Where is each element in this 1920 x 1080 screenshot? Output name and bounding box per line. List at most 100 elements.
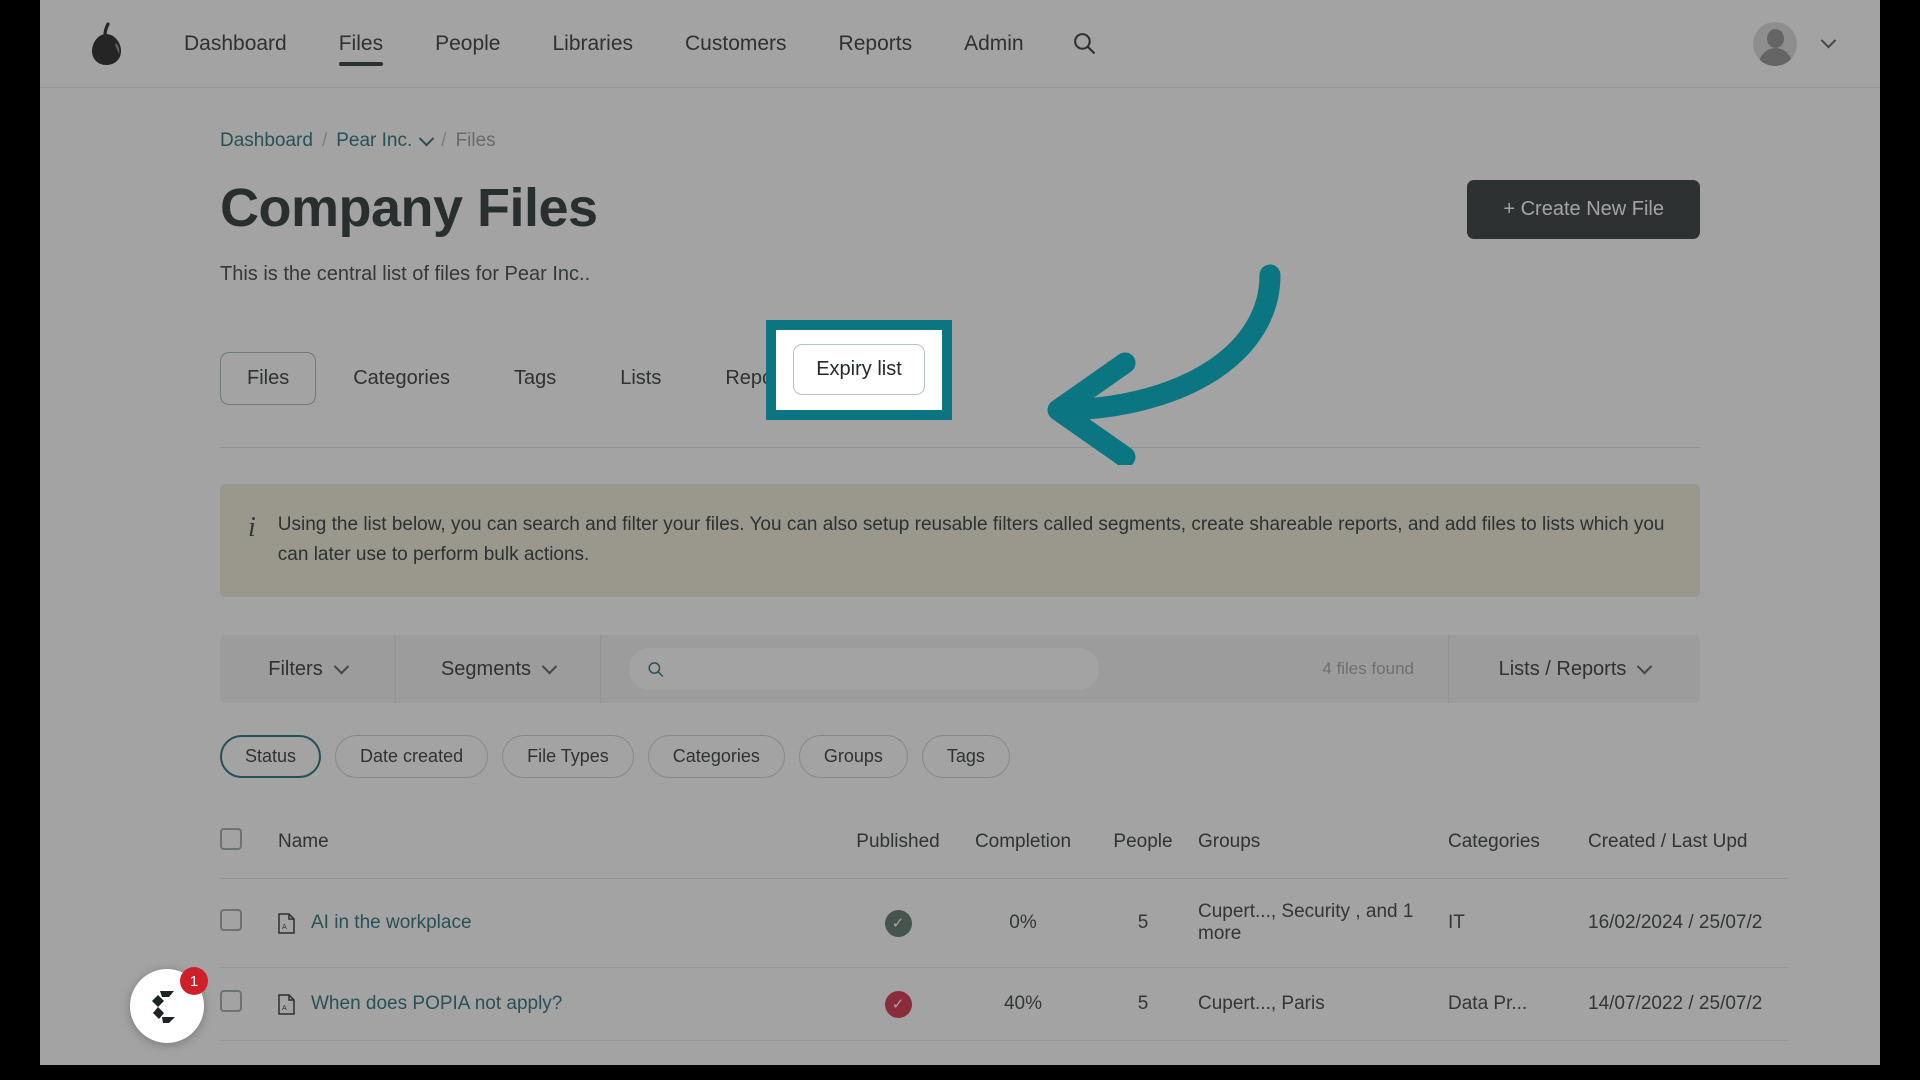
segments-dropdown[interactable]: Segments bbox=[396, 635, 601, 704]
row-people-cell: 5 bbox=[1088, 878, 1198, 969]
chip-categories[interactable]: Categories bbox=[647, 735, 785, 779]
header-name[interactable]: Name bbox=[278, 810, 838, 880]
file-name-link[interactable]: AI in the workplace bbox=[311, 912, 472, 934]
row-checkbox[interactable] bbox=[220, 990, 242, 1013]
row-published-cell: ✓ bbox=[838, 1040, 958, 1065]
tab-categories[interactable]: Categories bbox=[326, 352, 477, 405]
nav-item-admin[interactable]: Admin bbox=[938, 0, 1050, 88]
breadcrumb-separator-2: / bbox=[441, 130, 447, 151]
content-container: Dashboard / Pear Inc. / Files Company Fi… bbox=[220, 88, 1788, 1065]
filter-chips: Status Date created File Types Categorie… bbox=[220, 735, 1700, 779]
header-completion[interactable]: Completion bbox=[958, 810, 1088, 880]
row-groups-cell: Cupert..., Security , and 1 more bbox=[1198, 878, 1448, 969]
files-table-header: Name Published Completion People Groups … bbox=[220, 810, 1788, 880]
breadcrumb-company[interactable]: Pear Inc. bbox=[336, 130, 412, 152]
expiry-list-highlight-inner: Expiry list bbox=[776, 329, 942, 410]
avatar-head bbox=[1766, 28, 1784, 48]
tab-tags[interactable]: Tags bbox=[487, 352, 583, 405]
table-header-row: Name Published Completion People Groups … bbox=[220, 810, 1788, 880]
pdf-file-icon: A bbox=[278, 912, 295, 934]
expiry-list-highlight-box: Expiry list bbox=[766, 319, 952, 420]
avatar[interactable] bbox=[1753, 21, 1797, 66]
app-logo[interactable] bbox=[40, 21, 158, 66]
filters-dropdown[interactable]: Filters bbox=[220, 635, 396, 704]
row-completion-cell: 0% bbox=[958, 1040, 1088, 1065]
row-completion-cell: 40% bbox=[958, 967, 1088, 1042]
breadcrumb-dashboard[interactable]: Dashboard bbox=[220, 130, 313, 152]
row-checkbox[interactable] bbox=[220, 909, 242, 932]
nav-item-dashboard[interactable]: Dashboard bbox=[158, 0, 313, 88]
page-title: Company Files bbox=[220, 178, 598, 238]
filter-bar: Filters Segments 4 files found Lists / R… bbox=[220, 635, 1700, 704]
create-new-file-button[interactable]: + Create New File bbox=[1467, 180, 1700, 239]
nav-items: Dashboard Files People Libraries Custome… bbox=[158, 0, 1119, 88]
account-chevron-down-icon[interactable] bbox=[1820, 32, 1837, 49]
search-area bbox=[601, 635, 1288, 703]
nav-item-files[interactable]: Files bbox=[313, 0, 409, 88]
files-table-body: A AI in the workplace ✓ 0% 5 Cupert..., … bbox=[220, 878, 1788, 1065]
search-input-wrapper[interactable] bbox=[629, 648, 1099, 691]
file-name-link[interactable]: When does POPIA not apply? bbox=[311, 993, 562, 1015]
row-created-cell: 30/01/2023 / 25/07/2 bbox=[1588, 1040, 1788, 1065]
row-checkbox-cell bbox=[220, 878, 278, 969]
chip-status[interactable]: Status bbox=[220, 735, 322, 779]
filters-label: Filters bbox=[268, 657, 323, 680]
file-name-link[interactable]: Who has a general right to process speci… bbox=[311, 1063, 838, 1065]
files-table: Name Published Completion People Groups … bbox=[220, 810, 1788, 1065]
row-categories-cell: Data Pr... bbox=[1448, 967, 1588, 1042]
results-count: 4 files found bbox=[1322, 659, 1414, 679]
nav-item-customers[interactable]: Customers bbox=[659, 0, 813, 88]
header-published[interactable]: Published bbox=[838, 810, 958, 880]
row-published-cell: ✓ bbox=[838, 967, 958, 1042]
tab-expiry-list[interactable]: Expiry list bbox=[793, 344, 925, 396]
chip-file-types[interactable]: File Types bbox=[502, 735, 634, 779]
lists-reports-chevron-down-icon bbox=[1637, 658, 1653, 675]
table-row[interactable]: A When does POPIA not apply? ✓ 40% 5 Cup… bbox=[220, 967, 1788, 1042]
row-checkbox-cell bbox=[220, 1040, 278, 1065]
nav-item-libraries[interactable]: Libraries bbox=[526, 0, 659, 88]
table-row[interactable]: A AI in the workplace ✓ 0% 5 Cupert..., … bbox=[220, 878, 1788, 969]
row-completion-cell: 0% bbox=[958, 878, 1088, 969]
tabs-divider bbox=[220, 446, 1700, 448]
top-navigation-bar: Dashboard Files People Libraries Custome… bbox=[40, 0, 1880, 88]
chip-date-created[interactable]: Date created bbox=[335, 735, 489, 779]
row-created-cell: 16/02/2024 / 25/07/2 bbox=[1588, 878, 1788, 969]
tab-lists[interactable]: Lists bbox=[593, 352, 688, 405]
row-checkbox-cell bbox=[220, 967, 278, 1042]
header-categories[interactable]: Categories bbox=[1448, 810, 1588, 880]
search-input[interactable] bbox=[676, 658, 1081, 680]
screenshot-viewport: Dashboard Files People Libraries Custome… bbox=[0, 0, 1920, 1080]
segments-chevron-down-icon bbox=[541, 658, 558, 675]
nav-item-reports[interactable]: Reports bbox=[813, 0, 939, 88]
svg-text:A: A bbox=[282, 924, 287, 931]
tab-files[interactable]: Files bbox=[220, 351, 317, 405]
breadcrumb-separator-1: / bbox=[321, 130, 328, 151]
pdf-file-icon: A bbox=[278, 993, 295, 1015]
segments-label: Segments bbox=[440, 657, 532, 680]
row-name-cell: A When does POPIA not apply? bbox=[278, 967, 838, 1042]
nav-search-button[interactable] bbox=[1050, 0, 1119, 88]
header-people[interactable]: People bbox=[1088, 810, 1198, 880]
filters-chevron-down-icon bbox=[333, 658, 349, 675]
svg-text:A: A bbox=[282, 1005, 287, 1012]
main-content: Dashboard / Pear Inc. / Files Company Fi… bbox=[40, 88, 1880, 1065]
search-icon bbox=[1073, 33, 1095, 54]
nav-item-people[interactable]: People bbox=[409, 0, 526, 88]
row-groups-cell: Paris bbox=[1198, 1040, 1448, 1065]
header-created[interactable]: Created / Last Upd bbox=[1588, 810, 1788, 880]
chip-groups[interactable]: Groups bbox=[798, 735, 908, 779]
chat-widget[interactable]: 1 bbox=[130, 967, 208, 1043]
header-groups[interactable]: Groups bbox=[1198, 810, 1448, 880]
row-categories-cell: Data Pr... bbox=[1448, 1040, 1588, 1065]
row-groups-cell: Cupert..., Paris bbox=[1198, 967, 1448, 1042]
breadcrumb-chevron-down-icon[interactable] bbox=[419, 130, 435, 146]
lists-reports-dropdown[interactable]: Lists / Reports bbox=[1448, 635, 1700, 704]
row-categories-cell: IT bbox=[1448, 878, 1588, 969]
chat-unread-badge: 1 bbox=[180, 967, 208, 995]
table-row[interactable]: A Who has a general right to process spe… bbox=[220, 1040, 1788, 1065]
chip-tags[interactable]: Tags bbox=[921, 735, 1010, 779]
select-all-checkbox[interactable] bbox=[220, 828, 242, 851]
select-all-header bbox=[220, 810, 278, 880]
info-banner-text: Using the list below, you can search and… bbox=[277, 513, 1665, 566]
breadcrumb: Dashboard / Pear Inc. / Files bbox=[220, 88, 1700, 152]
